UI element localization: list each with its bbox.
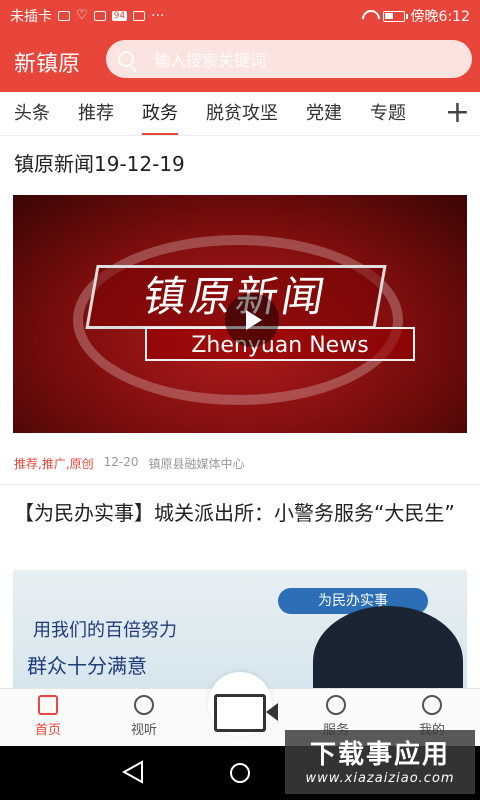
tab-party[interactable]: 党建 (292, 92, 356, 136)
nav-video[interactable]: 视听 (104, 695, 184, 738)
usb-icon (93, 11, 106, 21)
bag-icon (133, 11, 146, 21)
article-date: 12-20 (103, 455, 139, 469)
video-camera-icon[interactable] (214, 694, 278, 732)
divider (0, 484, 480, 485)
app-title: 新镇原 (14, 52, 81, 77)
status-bar: 未插卡 ♡ 94 ··· 傍晚6:12 (0, 0, 480, 32)
heart-status-icon: ♡ (76, 8, 88, 23)
add-tab-icon[interactable]: + (445, 98, 470, 128)
signal-icon (58, 11, 70, 21)
article-meta: 推荐,推广,原创 12-20 镇原县融媒体中心 (14, 455, 245, 472)
search-bar[interactable]: 输入搜索关键词 (106, 40, 472, 78)
category-tabs: 头条 推荐 政务 脱贫攻坚 党建 专题 (0, 92, 480, 136)
top-bar: 未插卡 ♡ 94 ··· 傍晚6:12 新镇原 输入搜索关键词 (0, 0, 480, 92)
watermark-line2: www.xiazaiziao.com (305, 771, 455, 786)
search-icon (118, 51, 134, 67)
article-source: 镇原县融媒体中心 (148, 457, 245, 471)
article-tags: 推荐,推广,原创 (14, 457, 94, 471)
tab-recommend[interactable]: 推荐 (64, 92, 128, 136)
play-circle-icon (134, 695, 154, 715)
tab-headline[interactable]: 头条 (0, 92, 64, 136)
wifi-icon (361, 10, 377, 22)
thumbnail-text: 用我们的百倍努力 (33, 620, 177, 641)
home-icon (38, 695, 58, 715)
home-button-icon[interactable] (230, 763, 250, 783)
nav-home[interactable]: 首页 (8, 695, 88, 738)
user-icon (422, 695, 442, 715)
tab-poverty[interactable]: 脱贫攻坚 (192, 92, 292, 136)
notification-badge: 94 (111, 11, 128, 21)
thumbnail-title-en: Zhenyuan News (145, 327, 415, 361)
article-title[interactable]: 【为民办实事】城关派出所：小警务服务“大民生” (14, 498, 464, 528)
search-placeholder: 输入搜索关键词 (154, 51, 267, 70)
back-icon[interactable] (122, 760, 144, 784)
clock-text: 傍晚6:12 (410, 9, 470, 25)
tab-topics[interactable]: 专题 (356, 92, 420, 136)
article-thumbnail[interactable]: 镇原新闻 Zhenyuan News (13, 195, 467, 433)
article-title[interactable]: 镇原新闻19-12-19 (14, 148, 185, 177)
watermark-line1: 下载事应用 (309, 740, 450, 770)
heart-icon (326, 695, 346, 715)
nav-video-label: 视听 (130, 723, 157, 738)
tab-government[interactable]: 政务 (128, 92, 192, 136)
thumbnail-person (313, 606, 463, 690)
watermark: 下载事应用 www.xiazaiziao.com (285, 730, 475, 794)
play-icon[interactable] (225, 293, 279, 347)
carrier-text: 未插卡 (10, 9, 52, 25)
battery-icon (382, 10, 408, 22)
app-header: 新镇原 输入搜索关键词 (0, 38, 480, 84)
more-notifications: ··· (151, 8, 165, 24)
nav-home-label: 首页 (34, 723, 61, 738)
thumbnail-text: 群众十分满意 (27, 654, 147, 678)
